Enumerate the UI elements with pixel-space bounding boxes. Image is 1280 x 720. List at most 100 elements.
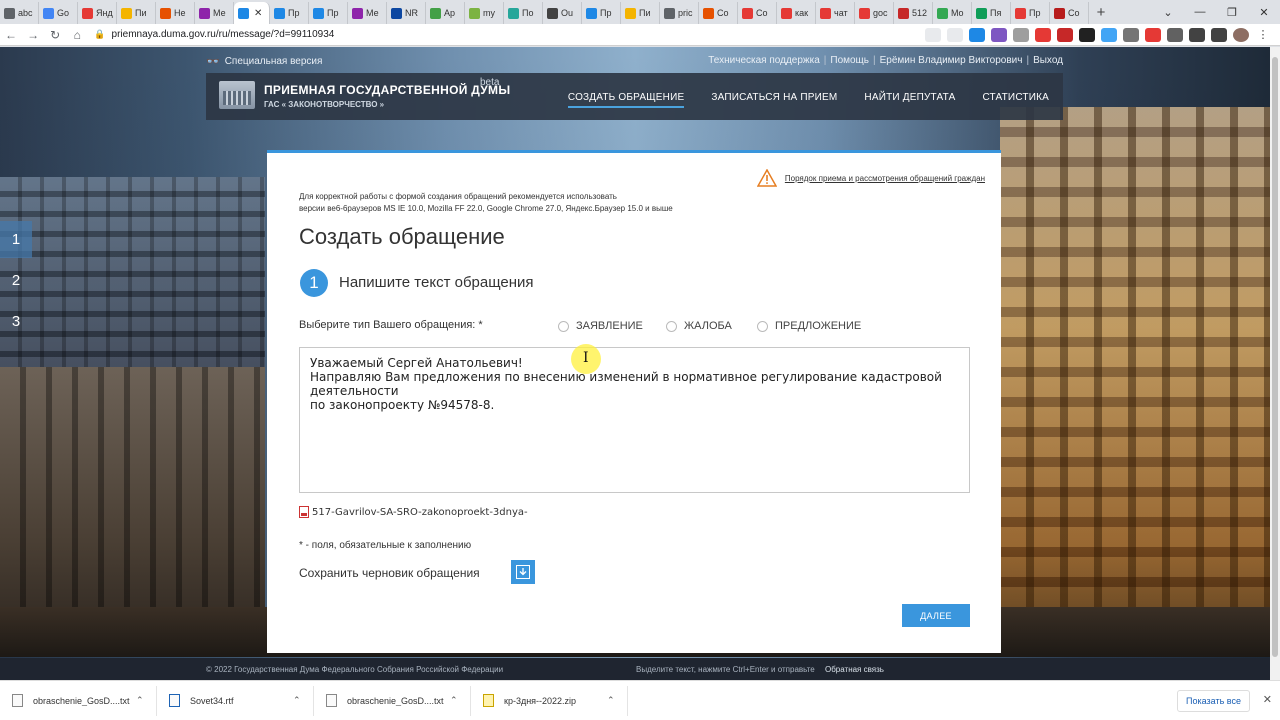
radio-proposal[interactable]: ПРЕДЛОЖЕНИЕ — [757, 320, 861, 332]
browser-tab[interactable]: pric — [660, 2, 699, 24]
reload-button[interactable]: ↻ — [44, 28, 66, 42]
procedure-link[interactable]: Порядок приема и рассмотрения обращений … — [785, 174, 985, 183]
browser-tab[interactable]: Ме — [195, 2, 234, 24]
extension-icon[interactable] — [1057, 27, 1074, 42]
chevron-up-icon[interactable]: ⌃ — [450, 695, 470, 706]
extension-icon[interactable] — [1167, 27, 1184, 42]
browser-tab[interactable]: 512 — [894, 2, 933, 24]
radio-circle[interactable] — [666, 320, 677, 332]
home-button[interactable]: ⌂ — [66, 28, 88, 42]
step-1[interactable]: 1 — [0, 221, 32, 258]
browser-tab[interactable]: Co — [1050, 2, 1089, 24]
scrollbar-thumb[interactable] — [1272, 57, 1278, 657]
radio-circle[interactable] — [757, 320, 768, 332]
browser-tab[interactable]: ✕ — [234, 2, 270, 24]
feedback-link[interactable]: Обратная связь — [825, 665, 884, 674]
nav-book-appointment[interactable]: ЗАПИСАТЬСЯ НА ПРИЕМ — [711, 92, 837, 108]
nav-create-appeal[interactable]: СОЗДАТЬ ОБРАЩЕНИЕ — [567, 92, 685, 108]
step-number-badge: 1 — [300, 269, 328, 297]
browser-tab[interactable]: как — [777, 2, 816, 24]
download-item[interactable]: obraschenie_GosD....txt ⌃ — [0, 685, 157, 716]
nav-statistics[interactable]: СТАТИСТИКА — [982, 92, 1049, 108]
browser-tab[interactable]: my — [465, 2, 504, 24]
step-3[interactable]: 3 — [0, 303, 32, 340]
help-link[interactable]: Помощь — [830, 55, 869, 66]
tab-favicon-icon — [430, 7, 441, 19]
browser-tab[interactable]: Mo — [933, 2, 972, 24]
close-tab-icon[interactable]: ✕ — [254, 8, 262, 19]
brand-subtitle: ГАС « ЗАКОНОТВОРЧЕСТВО » — [264, 100, 385, 109]
extension-icon[interactable] — [1101, 27, 1118, 42]
chevron-up-icon[interactable]: ⌃ — [136, 695, 156, 706]
radio-circle[interactable] — [558, 320, 569, 332]
radio-complaint[interactable]: ЖАЛОБА — [666, 320, 732, 332]
radio-statement[interactable]: ЗАЯВЛЕНИЕ — [558, 320, 643, 332]
browser-tab[interactable]: Пр — [1011, 2, 1050, 24]
minimize-button[interactable]: — — [1184, 0, 1216, 24]
browser-tab[interactable]: Пр — [309, 2, 348, 24]
step-2[interactable]: 2 — [0, 262, 32, 299]
appeal-text-area[interactable]: Уважаемый Сергей Анатольевич! Направляю … — [299, 347, 970, 493]
avatar[interactable] — [1233, 27, 1250, 42]
browser-tab[interactable]: Ме — [348, 2, 387, 24]
brand-title[interactable]: ПРИЕМНАЯ ГОСУДАРСТВЕННОЙ ДУМЫ — [264, 83, 510, 97]
browser-tab[interactable]: NR — [387, 2, 426, 24]
user-name-link[interactable]: Ерёмин Владимир Викторович — [880, 55, 1023, 66]
page-scrollbar[interactable] — [1270, 47, 1280, 680]
browser-tab[interactable]: Co — [738, 2, 777, 24]
browser-tab[interactable]: Co — [699, 2, 738, 24]
extension-icon[interactable] — [1079, 27, 1096, 42]
download-item[interactable]: кр-3дня--2022.zip ⌃ — [471, 685, 628, 716]
maximize-button[interactable]: ❐ — [1216, 0, 1248, 24]
support-link[interactable]: Техническая поддержка — [708, 55, 820, 66]
save-draft-button[interactable] — [511, 560, 535, 584]
url-text: priemnaya.duma.gov.ru/ru/message/?d=9911… — [111, 29, 335, 40]
forward-button[interactable]: → — [22, 28, 44, 42]
next-button[interactable]: ДАЛЕЕ — [902, 604, 970, 627]
duma-building-logo-icon[interactable] — [219, 81, 255, 109]
tab-title: Янд — [96, 8, 113, 18]
browser-tab[interactable]: Янд — [78, 2, 117, 24]
bookmark-star-icon[interactable] — [947, 27, 964, 42]
browser-notice-line2: версии ве6-6раузеров MS IE 10.0, Mozilla… — [299, 204, 673, 213]
download-item[interactable]: Sovet34.rtf ⌃ — [157, 685, 314, 716]
close-window-button[interactable]: ✕ — [1248, 0, 1280, 24]
download-item[interactable]: obraschenie_GosD....txt ⌃ — [314, 685, 471, 716]
back-button[interactable]: ← — [0, 28, 22, 42]
nav-find-deputy[interactable]: НАЙТИ ДЕПУТАТА — [864, 92, 955, 108]
browser-tab[interactable]: чат — [816, 2, 855, 24]
logout-link[interactable]: Выход — [1033, 55, 1063, 66]
chevron-up-icon[interactable]: ⌃ — [293, 695, 313, 706]
browser-tab[interactable]: Пр — [270, 2, 309, 24]
url-field[interactable]: 🔒 priemnaya.duma.gov.ru/ru/message/?d=99… — [94, 26, 922, 44]
extension-icon[interactable] — [991, 27, 1008, 42]
chevron-up-icon[interactable]: ⌃ — [607, 695, 627, 706]
browser-tab[interactable]: Пи — [621, 2, 660, 24]
browser-tab[interactable]: Ар — [426, 2, 465, 24]
extension-icon[interactable] — [1013, 27, 1030, 42]
extension-icon[interactable] — [1035, 27, 1052, 42]
special-version-link[interactable]: 👓 Специальная версия — [206, 55, 322, 68]
menu-dots-icon[interactable]: ⋮ — [1255, 27, 1272, 42]
browser-tab[interactable]: Пя — [972, 2, 1011, 24]
browser-tab[interactable]: Go — [39, 2, 78, 24]
attachment-file[interactable]: 517-Gavrilov-SA-SRO-zakonoproekt-3dnya- — [299, 506, 528, 518]
close-icon[interactable]: ✕ — [1263, 693, 1272, 706]
browser-notice: Для корректной работы с формой создания … — [299, 191, 673, 215]
extension-icon[interactable] — [1145, 27, 1162, 42]
puzzle-icon[interactable] — [1189, 27, 1206, 42]
browser-tab[interactable]: Пи — [117, 2, 156, 24]
browser-tab[interactable]: По — [504, 2, 543, 24]
show-all-downloads-button[interactable]: Показать все — [1177, 690, 1250, 712]
browser-tab[interactable]: abc — [0, 2, 39, 24]
extension-icon[interactable] — [1123, 27, 1140, 42]
browser-tab[interactable]: Не — [156, 2, 195, 24]
sidebar-icon[interactable] — [1211, 27, 1228, 42]
browser-tab[interactable]: goc — [855, 2, 894, 24]
tab-search-icon[interactable]: ⌄ — [1152, 0, 1184, 24]
browser-tab[interactable]: Ou — [543, 2, 582, 24]
browser-tab[interactable]: Пр — [582, 2, 621, 24]
new-tab-button[interactable]: + — [1089, 2, 1113, 24]
share-icon[interactable] — [925, 27, 942, 42]
extension-icon[interactable] — [969, 27, 986, 42]
